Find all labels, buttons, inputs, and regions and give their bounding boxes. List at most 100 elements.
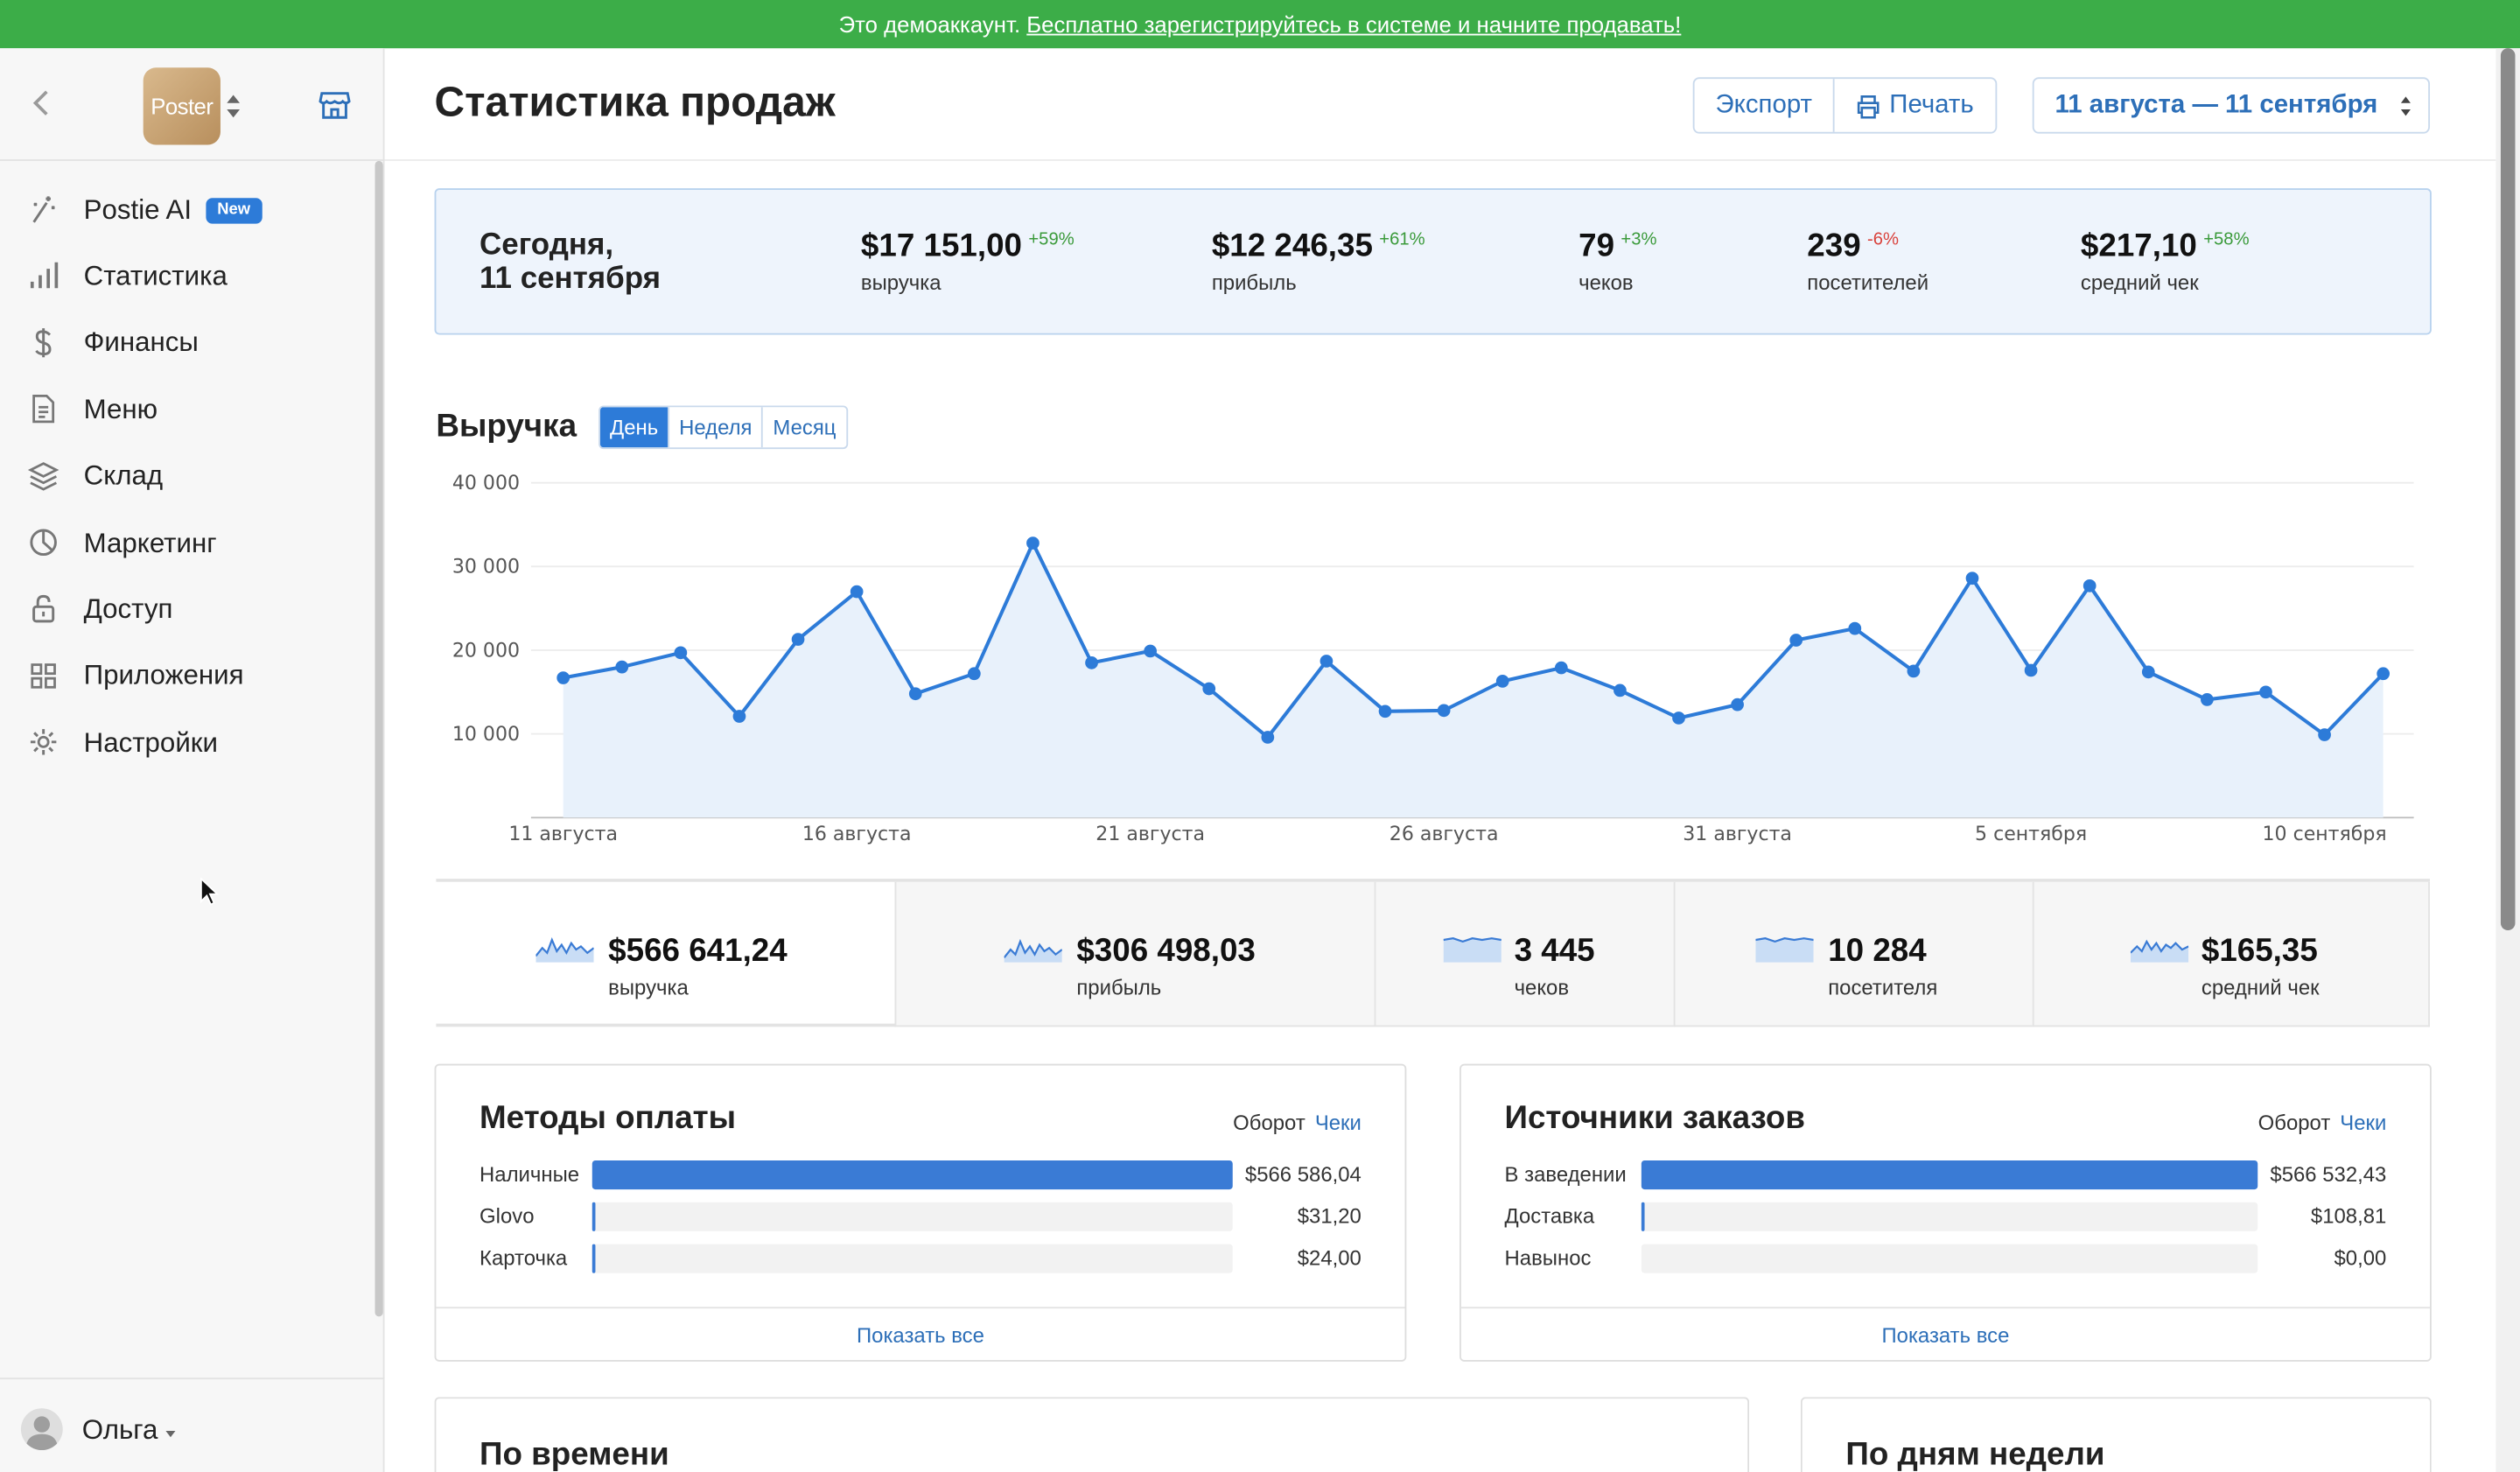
order-sources-card: Источники заказов Оборот Чеки В заведении…	[1460, 1063, 2432, 1362]
sparkline-icon	[1004, 938, 1062, 963]
x-tick-label: 26 августа	[1390, 824, 1499, 845]
total-caption: чеков	[1514, 975, 1570, 1000]
sidebar-item-label: Склад	[83, 460, 164, 492]
print-button[interactable]: Печать	[1832, 79, 1995, 132]
date-range-label: 11 августа — 11 сентября	[2054, 91, 2378, 120]
mouse-cursor-icon	[200, 877, 220, 906]
x-tick-label: 11 августа	[508, 824, 618, 845]
sidebar-item-warehouse[interactable]: Склад	[0, 444, 385, 510]
data-point	[674, 646, 688, 660]
total-value: 10 284	[1828, 933, 1927, 970]
kpi-delta: +61%	[1379, 229, 1425, 250]
period-month[interactable]: Месяц	[761, 407, 846, 448]
tab-turnover[interactable]: Оборот	[1233, 1111, 1306, 1135]
chevron-left-icon[interactable]	[25, 84, 58, 123]
sidebar-item-label: Postie AI	[83, 193, 192, 225]
sort-icon[interactable]	[225, 94, 241, 119]
sidebar-item-menu[interactable]: Меню	[0, 377, 385, 444]
user-menu[interactable]: Ольга	[0, 1377, 385, 1472]
print-label: Печать	[1889, 91, 1974, 120]
sparkline-icon	[1443, 937, 1502, 963]
sidebar-item-finance[interactable]: Финансы	[0, 311, 385, 377]
page-scrollbar[interactable]	[2496, 48, 2520, 1472]
kpi-delta: +59%	[1028, 229, 1074, 250]
lock-icon	[32, 595, 55, 623]
sidebar-item-apps[interactable]: Приложения	[0, 643, 385, 710]
kpi-profit: $12 246,35 +61% прибыль	[1212, 228, 1425, 294]
tab-checks[interactable]: Чеки	[1315, 1111, 1362, 1135]
sidebar-item-marketing[interactable]: Маркетинг	[0, 510, 385, 577]
bar-fill	[1641, 1202, 1645, 1231]
total-revenue[interactable]: $566 641,24 выручка	[436, 881, 895, 1027]
sidebar-item-label: Финансы	[83, 327, 199, 359]
demo-banner-text: Это демоаккаунт.	[838, 11, 1021, 38]
tab-turnover[interactable]: Оборот	[2258, 1111, 2331, 1135]
data-point	[2259, 685, 2272, 699]
tab-checks[interactable]: Чеки	[2340, 1111, 2386, 1135]
sidebar-item-access[interactable]: Доступ	[0, 577, 385, 643]
period-week[interactable]: Неделя	[668, 407, 761, 448]
total-avg-check[interactable]: $165,35 средний чек	[2032, 881, 2431, 1027]
bar-label: Доставка	[1504, 1203, 1595, 1229]
kpi-value: $12 246,35	[1211, 228, 1373, 264]
sidebar-item-statistics[interactable]: Статистика	[0, 243, 385, 310]
store-icon[interactable]	[317, 87, 352, 122]
bar-fill	[1641, 1160, 2258, 1190]
data-point	[1731, 697, 1744, 711]
total-value: 3 445	[1514, 933, 1595, 970]
kpi-delta: +3%	[1620, 229, 1657, 250]
bar-chart-icon	[30, 263, 59, 289]
x-tick-label: 10 сентября	[2263, 824, 2387, 845]
grid-icon	[31, 662, 56, 689]
data-point	[2318, 728, 2331, 741]
card-title: По времени	[480, 1437, 669, 1472]
avatar	[20, 1408, 63, 1451]
revenue-area	[563, 543, 2384, 818]
data-point	[615, 660, 629, 674]
kpi-caption: посетителей	[1807, 270, 1929, 295]
venue-logo[interactable]: Poster	[143, 67, 220, 145]
data-point	[1437, 704, 1451, 718]
total-checks[interactable]: 3 445 чеков	[1374, 881, 1674, 1027]
data-point	[1378, 704, 1392, 718]
by-weekday-card: По дням недели	[1800, 1397, 2432, 1472]
signup-link[interactable]: Бесплатно зарегистрируйтесь в системе и …	[1026, 11, 1681, 37]
data-point	[791, 633, 805, 646]
kpi-value: 239	[1807, 228, 1861, 264]
scrollbar-thumb[interactable]	[2500, 48, 2516, 930]
revenue-chart: 10 000 20 000 30 000 40 000 11 августа 16 авг…	[435, 460, 2430, 853]
sidebar-item-postie-ai[interactable]: Postie AI New	[0, 177, 385, 243]
data-point	[2024, 663, 2038, 677]
bar-value: $108,81	[2310, 1203, 2387, 1229]
ai-wand-icon	[32, 196, 55, 223]
today-label-line2: 11 сентября	[480, 262, 662, 297]
bar-row: Glovo $31,20	[480, 1201, 1362, 1233]
kpi-caption: прибыль	[1211, 270, 1297, 295]
gear-icon	[30, 729, 57, 755]
sidebar-item-label: Доступ	[83, 593, 173, 625]
revenue-title: Выручка	[436, 409, 578, 445]
pie-icon	[30, 529, 57, 556]
data-point	[1144, 644, 1158, 658]
x-tick-label: 21 августа	[1096, 824, 1205, 845]
show-all-button[interactable]: Показать все	[1460, 1307, 2431, 1360]
data-point	[850, 585, 864, 599]
revenue-chart-svg: 10 000 20 000 30 000 40 000 11 августа 16 авг…	[452, 473, 2414, 845]
card-tabs: Оборот Чеки	[2258, 1111, 2387, 1135]
date-range-picker[interactable]: 11 августа — 11 сентября	[2032, 77, 2431, 134]
data-point	[732, 710, 746, 723]
total-visitors[interactable]: 10 284 посетителя	[1673, 881, 2033, 1027]
period-day[interactable]: День	[599, 407, 668, 448]
sparkline-icon	[1755, 937, 1814, 963]
show-all-button[interactable]: Показать все	[436, 1307, 1405, 1360]
total-profit[interactable]: $306 498,03 прибыль	[894, 881, 1375, 1027]
sidebar-scrollbar[interactable]	[374, 160, 383, 1317]
demo-banner: Это демоаккаунт. Бесплатно зарегистрируй…	[0, 0, 2520, 49]
data-point	[1672, 711, 1685, 725]
export-button[interactable]: Экспорт	[1695, 79, 1833, 132]
data-point	[1554, 661, 1568, 675]
data-point	[1614, 683, 1627, 697]
caret-down-icon	[165, 1430, 176, 1438]
bar-label: В заведении	[1504, 1161, 1627, 1187]
sidebar-item-settings[interactable]: Настройки	[0, 710, 385, 776]
